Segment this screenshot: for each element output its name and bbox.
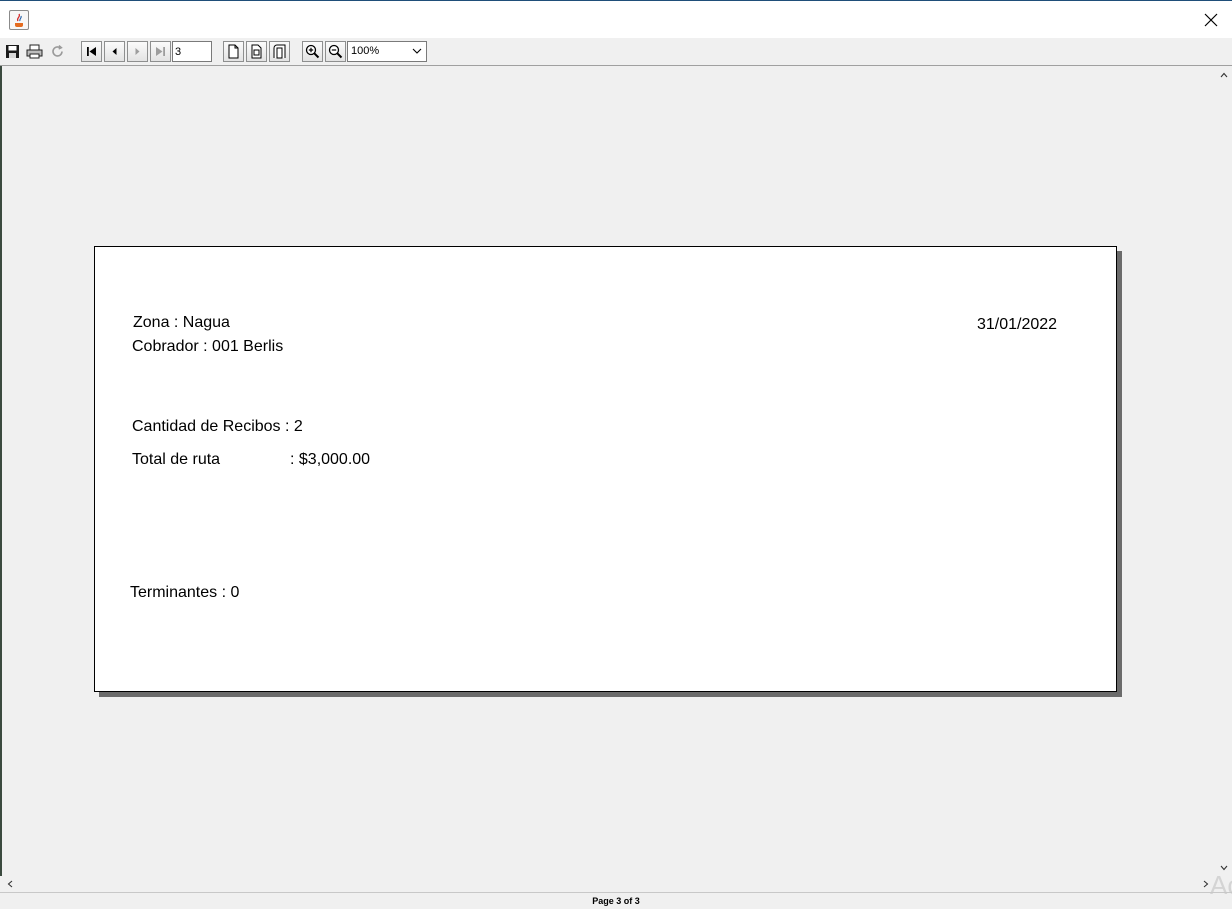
total-ruta-value: : $3,000.00 <box>290 451 371 468</box>
scroll-left-icon[interactable] <box>5 879 15 889</box>
viewer-toolbar: 100% <box>0 38 1232 66</box>
save-button[interactable] <box>2 41 23 62</box>
terminantes-text: Terminantes : 0 <box>130 584 240 601</box>
zoom-out-button[interactable] <box>325 41 346 62</box>
status-bar: Page 3 of 3 <box>0 892 1232 908</box>
close-icon <box>1204 13 1218 27</box>
next-page-icon <box>135 48 140 55</box>
page-number-input[interactable] <box>172 41 212 62</box>
cobrador-text: Cobrador : 001 Berlis <box>132 338 284 355</box>
refresh-icon <box>52 44 63 57</box>
horizontal-scrollbar[interactable] <box>0 876 1216 892</box>
total-ruta-label: Total de ruta <box>132 451 221 468</box>
reload-button[interactable] <box>47 41 68 62</box>
actual-size-button[interactable] <box>223 41 244 62</box>
print-button[interactable] <box>24 41 45 62</box>
zona-text: Zona : Nagua <box>133 314 230 331</box>
report-date: 31/01/2022 <box>977 316 1058 333</box>
java-coffee-icon <box>9 10 29 30</box>
previous-page-icon <box>112 48 117 55</box>
vertical-scrollbar[interactable] <box>1216 66 1232 876</box>
last-page-icon <box>156 47 165 56</box>
window-title-bar <box>0 0 1232 38</box>
page-info-text: Page 3 of 3 <box>592 896 640 906</box>
fit-width-icon <box>273 44 286 59</box>
zoom-level-value: 100% <box>351 45 380 57</box>
chevron-down-icon <box>412 48 422 54</box>
zoom-in-button[interactable] <box>302 41 323 62</box>
last-page-button[interactable] <box>150 41 171 62</box>
zoom-in-icon <box>305 44 320 59</box>
previous-page-button[interactable] <box>104 41 125 62</box>
zoom-out-icon <box>328 44 343 59</box>
zoom-level-select[interactable]: 100% <box>347 41 427 62</box>
page-icon <box>228 44 239 59</box>
fit-page-button[interactable] <box>246 41 267 62</box>
fit-page-icon <box>251 44 262 59</box>
scroll-up-icon[interactable] <box>1219 70 1229 80</box>
first-page-button[interactable] <box>81 41 102 62</box>
report-page: Zona : Nagua Cobrador : 001 Berlis 31/01… <box>94 246 1117 692</box>
floppy-disk-icon <box>6 45 19 58</box>
next-page-button[interactable] <box>127 41 148 62</box>
printer-icon <box>26 44 43 59</box>
fit-width-button[interactable] <box>269 41 290 62</box>
close-window-button[interactable] <box>1196 5 1226 35</box>
first-page-icon <box>87 47 96 56</box>
cantidad-recibos-text: Cantidad de Recibos : 2 <box>132 418 303 435</box>
